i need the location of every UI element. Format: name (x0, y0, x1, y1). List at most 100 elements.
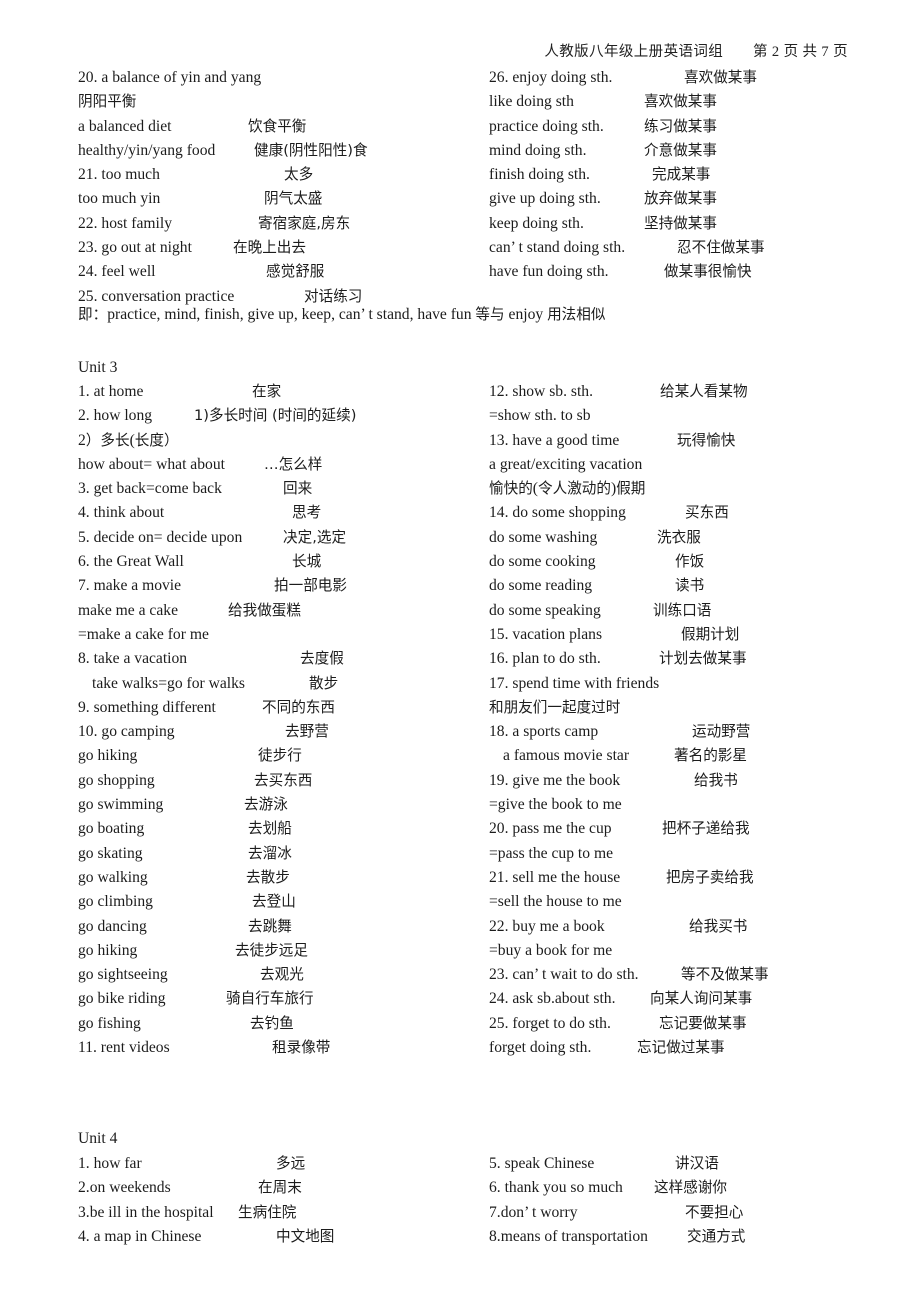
entry-translation: 向某人询问某事 (650, 990, 753, 1008)
entry-term: go shopping (78, 771, 155, 789)
unit3-entry: 15. vacation plans 假期计划 (489, 623, 909, 647)
entry-term: 1. at home (78, 383, 144, 400)
entry-translation: 放弃做某事 (644, 190, 717, 208)
unit3-entry: 8. take a vacation 去度假 (78, 647, 480, 671)
entry-term: 2.on weekends (78, 1179, 171, 1197)
entry-term: 6. thank you so much (489, 1179, 623, 1197)
entry-term: 4. think about (78, 504, 165, 522)
entry-term: 10. go camping (78, 723, 175, 741)
unit3-entry: go swimming 去游泳 (78, 793, 480, 817)
entry-term: 7. make a movie (78, 577, 182, 595)
document-page: 人教版八年级上册英语词组 第 2 页 共 7 页 20. a balance o… (0, 0, 920, 1302)
entry-translation: 在周末 (258, 1179, 302, 1197)
entry-term: 21. too much (78, 166, 160, 184)
unit3-entry: 20. pass me the cup 把杯子递给我 (489, 817, 909, 841)
entry-translation: 徒步行 (258, 747, 302, 765)
unit3-entry: 24. ask sb.about sth. 向某人询问某事 (489, 987, 909, 1011)
entry-term: 5. speak Chinese (489, 1155, 595, 1172)
entry-translation: 买东西 (685, 504, 729, 522)
entry-translation: 散步 (309, 674, 339, 692)
unit3-entry: a great/exciting vacation (489, 453, 909, 477)
entry-translation: 给某人看某物 (660, 383, 748, 400)
unit4-entry: 7.don’ t worry 不要担心 (489, 1201, 909, 1225)
entry-term: a famous movie star (503, 747, 630, 765)
unit3-entry: 2）多长(长度） (78, 429, 480, 453)
unit3-entry: 5. decide on= decide upon 决定,选定 (78, 526, 480, 550)
entry-term: go dancing (78, 917, 147, 935)
unit2-entry: finish doing sth. 完成某事 (489, 163, 909, 187)
unit3-entry: 12. show sb. sth. 给某人看某物 (489, 380, 909, 404)
unit3-entry: go climbing 去登山 (78, 890, 480, 914)
entry-term: 5. decide on= decide upon (78, 528, 243, 546)
entry-translation: 在家 (252, 383, 282, 400)
entry-translation: 讲汉语 (675, 1155, 719, 1172)
entry-translation: 去钓鱼 (250, 1014, 294, 1032)
unit3-entry: 17. spend time with friends (489, 672, 909, 696)
unit3-entry: 22. buy me a book 给我买书 (489, 915, 909, 939)
entry-translation: 运动野营 (692, 723, 751, 741)
unit3-entry: go dancing 去跳舞 (78, 915, 480, 939)
unit2-entry: give up doing sth. 放弃做某事 (489, 187, 909, 211)
unit4-title: Unit 4 (78, 1130, 118, 1147)
unit2-entry: like doing sth 喜欢做某事 (489, 90, 909, 114)
unit3-entry: =buy a book for me (489, 939, 909, 963)
unit3-entry: take walks=go for walks 散步 (78, 672, 480, 696)
unit3-entry: go shopping 去买东西 (78, 769, 480, 793)
entry-translation: 玩得愉快 (677, 431, 736, 449)
unit3-entry: 9. something different 不同的东西 (78, 696, 480, 720)
entry-term: forget doing sth. (489, 1039, 592, 1057)
unit2-entry: a balanced diet 饮食平衡 (78, 115, 480, 139)
unit3-entry: 14. do some shopping 买东西 (489, 501, 909, 525)
entry-translation: 寄宿家庭,房东 (258, 214, 351, 232)
entry-term: go boating (78, 820, 145, 838)
entry-translation: 骑自行车旅行 (226, 990, 314, 1008)
unit3-entry: go fishing 去钓鱼 (78, 1012, 480, 1036)
entry-translation: 把房子卖给我 (666, 868, 754, 886)
entry-translation: 去买东西 (254, 771, 313, 789)
entry-term: 4. a map in Chinese (78, 1227, 202, 1245)
entry-term: have fun doing sth. (489, 263, 609, 281)
unit2-entry: mind doing sth. 介意做某事 (489, 139, 909, 163)
entry-term: go bike riding (78, 990, 166, 1008)
unit4-entry: 5. speak Chinese 讲汉语 (489, 1152, 909, 1176)
entry-term: how about= what about (78, 455, 225, 473)
entry-term: 9. something different (78, 698, 216, 716)
entry-translation: 等不及做某事 (681, 966, 769, 984)
entry-term: go swimming (78, 796, 164, 814)
unit3-entry: make me a cake 给我做蛋糕 (78, 599, 480, 623)
unit3-entry: how about= what about …怎么样 (78, 453, 480, 477)
entry-translation: 给我书 (694, 771, 738, 789)
unit4-entry: 3.be ill in the hospital 生病住院 (78, 1201, 480, 1225)
entry-term: a balanced diet (78, 117, 172, 135)
entry-term: 14. do some shopping (489, 504, 626, 522)
entry-term: 6. the Great Wall (78, 553, 184, 571)
entry-term: go climbing (78, 893, 153, 911)
entry-term: go sightseeing (78, 966, 168, 984)
unit3-entry: do some speaking 训练口语 (489, 599, 909, 623)
unit3-entry: do some reading 读书 (489, 574, 909, 598)
entry-translation: 这样感谢你 (654, 1179, 727, 1197)
entry-translation: 去游泳 (244, 796, 288, 814)
entry-translation: 健康(阴性阳性)食 (254, 141, 368, 159)
page-header: 人教版八年级上册英语词组 第 2 页 共 7 页 (544, 44, 848, 60)
entry-term: 18. a sports camp (489, 723, 599, 741)
unit2-entry: healthy/yin/yang food 健康(阴性阳性)食 (78, 139, 480, 163)
entry-term: 23. can’ t wait to do sth. (489, 966, 639, 984)
unit2-entry: 26. enjoy doing sth. 喜欢做某事 (489, 66, 909, 90)
unit3-entry: 6. the Great Wall 长城 (78, 550, 480, 574)
entry-term: 25. forget to do sth. (489, 1014, 611, 1032)
entry-translation: 去散步 (246, 868, 290, 886)
unit3-entry: 7. make a movie 拍一部电影 (78, 574, 480, 598)
entry-term: go skating (78, 844, 143, 862)
entry-translation: 去观光 (260, 966, 304, 984)
entry-term: go walking (78, 868, 148, 886)
entry-term: do some reading (489, 577, 593, 595)
unit3-entry: 16. plan to do sth. 计划去做某事 (489, 647, 909, 671)
entry-translation: 回来 (283, 480, 313, 498)
unit3-entry: forget doing sth. 忘记做过某事 (489, 1036, 909, 1060)
unit2-entry: 20. a balance of yin and yang (78, 66, 480, 90)
unit4-entry: 4. a map in Chinese 中文地图 (78, 1225, 480, 1249)
entry-term: take walks=go for walks (92, 674, 245, 692)
unit3-entry: go walking 去散步 (78, 866, 480, 890)
entry-term: 1. how far (78, 1155, 142, 1172)
